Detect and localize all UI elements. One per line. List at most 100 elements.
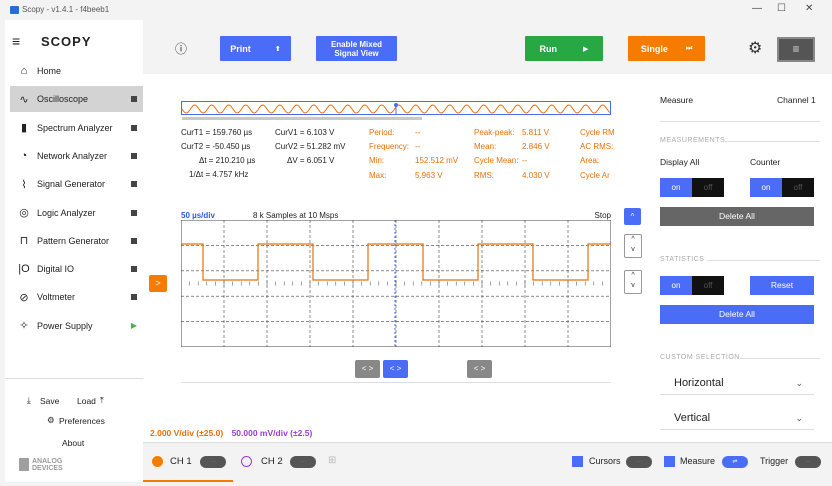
cursors-label: Cursors	[589, 456, 621, 466]
meas-cycle-mean-value: --	[522, 156, 528, 165]
cursors-menu-toggle[interactable]: ···	[626, 456, 652, 468]
tool-status-indicator[interactable]	[131, 294, 137, 301]
vertical-adjust-top[interactable]: ^ v	[624, 234, 642, 258]
minimap-waveform	[181, 103, 611, 115]
meas-max-label: Max:	[369, 171, 387, 180]
measure-label: Measure	[680, 456, 716, 466]
single-button[interactable]: Single ⏭	[628, 36, 705, 61]
meas-frequency-label: Frequency:	[369, 142, 410, 151]
measure-panel: Measure Channel 1 MEASUREMENTS Display A…	[649, 74, 832, 442]
tool-status-indicator[interactable]	[131, 96, 137, 103]
meas-cycle-mean-label: Cycle Mean:	[474, 156, 519, 165]
tool-status-indicator[interactable]	[131, 152, 137, 159]
meas-area-label: Area:	[580, 156, 600, 165]
section-line	[707, 260, 820, 261]
sidebar-item-signal-generator[interactable]: ⌇ Signal Generator	[10, 171, 143, 197]
cursor-handle-left[interactable]: < >	[355, 360, 380, 378]
minimap-scroll-bar[interactable]	[182, 117, 422, 120]
cursor-inv-dt: 1/Δt = 4.757 kHz	[189, 170, 249, 179]
voltmeter-icon: ⊘	[19, 291, 29, 304]
delete-all-measurements-button[interactable]: Delete All	[660, 207, 814, 226]
enable-mixed-signal-button[interactable]: Enable Mixed Signal View	[316, 36, 397, 61]
meas-min-value: 152.512 mV	[415, 156, 459, 165]
tool-status-indicator[interactable]	[131, 266, 137, 273]
minimize-button[interactable]: —	[752, 3, 762, 14]
run-button[interactable]: Run ▶	[525, 36, 603, 61]
load-icon[interactable]: ⤒	[100, 395, 104, 406]
sidebar-item-power-supply[interactable]: ✧ Power Supply ▶	[10, 313, 143, 339]
load-button[interactable]: Load	[77, 396, 96, 406]
acquisition-status: Stop	[594, 211, 611, 220]
tool-status-indicator[interactable]	[131, 181, 137, 188]
play-indicator-icon[interactable]: ▶	[131, 321, 137, 330]
meas-max-value: 5.963 V	[415, 171, 443, 180]
measure-menu-toggle[interactable]: ⇌	[722, 456, 748, 468]
network-icon: ◔	[20, 149, 28, 162]
cursor-t1: CurT1 = 159.760 µs	[181, 128, 253, 137]
sidebar-item-label: Network Analyzer	[37, 150, 108, 161]
tool-status-indicator[interactable]	[131, 124, 137, 131]
counter-toggle[interactable]: on off	[750, 178, 814, 197]
save-icon[interactable]: ⤓	[27, 395, 31, 406]
ch2-indicator-icon[interactable]	[241, 456, 252, 467]
menu-icon[interactable]: ≡	[12, 34, 20, 48]
add-channel-icon[interactable]: ⊞	[328, 455, 336, 466]
sidebar-item-voltmeter[interactable]: ⊘ Voltmeter	[10, 284, 143, 310]
sidebar-item-spectrum-analyzer[interactable]: ▮ Spectrum Analyzer	[10, 115, 143, 141]
save-button[interactable]: Save	[40, 396, 59, 406]
gear-small-icon[interactable]: ⚙	[47, 415, 55, 426]
scroll-up-button[interactable]: ^	[624, 208, 641, 225]
sidebar-item-network-analyzer[interactable]: ◔ Network Analyzer	[10, 143, 143, 169]
timeline-minimap[interactable]	[181, 101, 611, 120]
vertical-selector[interactable]: Vertical ⌄	[660, 406, 814, 430]
sidebar-item-pattern-generator[interactable]: ⊓ Pattern Generator	[10, 228, 143, 254]
meas-peak-peak-label: Peak-peak:	[474, 128, 515, 137]
cursor-dv: ΔV = 6.051 V	[287, 156, 335, 165]
oscilloscope-icon: ∿	[19, 93, 29, 106]
analog-devices-logo: ANALOG DEVICES	[19, 458, 63, 472]
statistics-toggle[interactable]: on off	[660, 276, 724, 295]
sidebar-item-label: Pattern Generator	[37, 235, 110, 246]
measure-checkbox[interactable]	[664, 456, 675, 467]
ch1-menu-toggle[interactable]: ···	[200, 456, 226, 468]
maximize-button[interactable]: ☐	[777, 3, 786, 14]
horizontal-selector[interactable]: Horizontal ⌄	[660, 371, 814, 395]
play-icon: ▶	[583, 45, 589, 53]
trigger-position-handle[interactable]: < >	[383, 360, 408, 378]
scopy-window: Scopy - v1.4.1 - f4beeb1 — ☐ ✕ ≡ SCOPY ⌂…	[0, 0, 832, 486]
scope-grid[interactable]	[181, 220, 611, 347]
digital-io-icon: |O	[18, 263, 30, 276]
sidebar-item-oscilloscope[interactable]: ∿ Oscilloscope	[10, 86, 143, 113]
display-all-toggle[interactable]: on off	[660, 178, 724, 197]
delete-all-statistics-button[interactable]: Delete All	[660, 305, 814, 324]
app-logo-icon	[10, 6, 19, 14]
cursors-checkbox[interactable]	[572, 456, 583, 467]
trigger-menu-toggle[interactable]: ···	[795, 456, 821, 468]
chevron-down-icon: ⌄	[795, 413, 803, 423]
preferences-button[interactable]: Preferences	[59, 416, 105, 426]
ch1-offset-marker[interactable]: >	[149, 275, 167, 292]
panel-menu-button[interactable]: ≡	[777, 37, 815, 62]
sidebar-item-label: Home	[37, 66, 62, 76]
cursor-handle-right[interactable]: < >	[467, 360, 492, 378]
vertical-adjust-bottom[interactable]: ^ v	[624, 270, 642, 294]
chevron-down-icon: ⌄	[795, 378, 803, 388]
reset-statistics-button[interactable]: Reset	[750, 276, 814, 295]
sidebar-item-label: Voltmeter	[37, 292, 76, 303]
panel-channel[interactable]: Channel 1	[777, 95, 816, 105]
single-step-icon: ⏭	[685, 44, 693, 52]
print-button[interactable]: Print ⬆	[220, 36, 291, 61]
sidebar-item-home[interactable]: ⌂ Home	[10, 58, 143, 84]
channel-bar: CH 1 ··· CH 2 ··· ⊞ Cursors ··· Measure …	[143, 442, 832, 482]
sidebar-item-digital-io[interactable]: |O Digital IO	[10, 256, 143, 282]
toolbar: ⓘ Print ⬆ Enable Mixed Signal View Run ▶ Si…	[143, 20, 832, 74]
ch2-menu-toggle[interactable]: ···	[290, 456, 316, 468]
settings-gear-icon[interactable]: ⚙	[748, 38, 762, 58]
tool-status-indicator[interactable]	[131, 209, 137, 216]
about-button[interactable]: About	[62, 438, 84, 448]
trigger-label: Trigger	[760, 456, 789, 466]
info-icon[interactable]: ⓘ	[175, 40, 187, 57]
tool-status-indicator[interactable]	[131, 237, 137, 244]
close-button[interactable]: ✕	[805, 3, 813, 14]
sidebar-item-logic-analyzer[interactable]: ◎ Logic Analyzer	[10, 200, 143, 226]
